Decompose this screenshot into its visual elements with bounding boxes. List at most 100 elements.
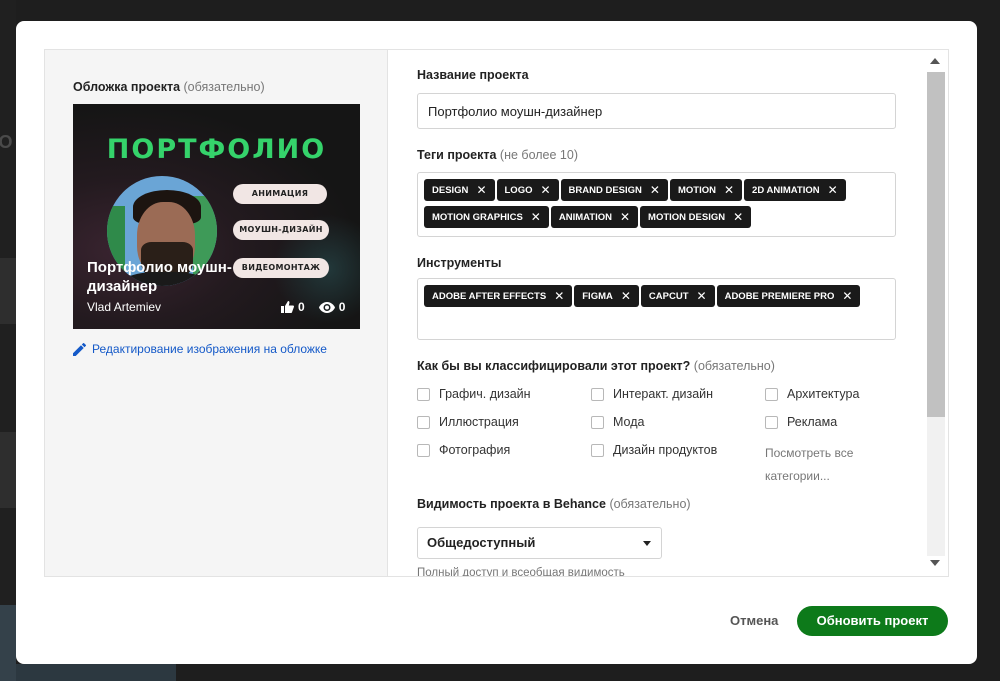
cover-image[interactable]: ПОРТФОЛИО АНИМАЦИЯ МОУШН-ДИЗАЙН ВИДЕОМОН… [73,104,360,329]
category-checkbox[interactable]: Фотография [417,443,510,457]
edit-project-modal: Обложка проекта (обязательно) ПОРТФОЛИО … [16,21,977,664]
cover-label: Обложка проекта (обязательно) [73,80,265,94]
category-checkbox[interactable]: Мода [591,415,644,429]
category-checkbox[interactable]: Архитектура [765,387,859,401]
cover-stats: 0 0 [281,300,345,314]
scroll-up-arrow-icon[interactable] [930,58,940,64]
tool-label: ADOBE PREMIERE PRO [724,290,835,302]
remove-tag-icon[interactable]: ✕ [650,183,660,197]
remove-tool-icon[interactable]: ✕ [554,289,564,303]
tag-chip: MOTION DESIGN ✕ [640,206,752,228]
cover-project-title: Портфолио моушн-дизайнер [87,259,232,295]
category-checkbox[interactable]: Реклама [765,415,837,429]
checkbox[interactable] [417,443,430,457]
checkbox[interactable] [591,387,604,401]
category-label: Архитектура [787,387,860,401]
title-label: Название проекта [417,68,529,82]
remove-tag-icon[interactable]: ✕ [828,183,838,197]
checkbox[interactable] [417,387,430,401]
remove-tag-icon[interactable]: ✕ [724,183,734,197]
cover-pill-animation: АНИМАЦИЯ [233,184,327,204]
tag-label: MOTION DESIGN [648,211,726,223]
category-label: Реклама [787,415,838,429]
category-label: Дизайн продуктов [613,443,718,457]
remove-tool-icon[interactable]: ✕ [842,289,852,303]
scroll-down-arrow-icon[interactable] [930,560,940,566]
remove-tag-icon[interactable]: ✕ [733,210,743,224]
cover-pill-video-editing: ВИДЕОМОНТАЖ [233,258,329,278]
backdrop-block [0,258,16,324]
edit-cover-link[interactable]: Редактирование изображения на обложке [73,342,327,356]
category-checkbox[interactable]: Иллюстрация [417,415,519,429]
category-checkbox[interactable]: Графич. дизайн [417,387,531,401]
visibility-label: Видимость проекта в Behance (обязательно… [417,497,691,511]
category-label: Мода [613,415,645,429]
checkbox[interactable] [417,415,430,429]
cover-label-note: (обязательно) [183,80,265,94]
tools-label-text: Инструменты [417,256,502,270]
remove-tool-icon[interactable]: ✕ [697,289,707,303]
views-count: 0 [338,300,346,314]
tool-chip: FIGMA ✕ [574,285,639,307]
classify-label-text: Как бы вы классифицировали этот проект? [417,359,691,373]
edit-cover-link-text: Редактирование изображения на обложке [92,342,327,356]
tag-label: LOGO [504,184,533,196]
tools-label: Инструменты [417,256,501,270]
tool-label: CAPCUT [648,290,689,302]
remove-tag-icon[interactable]: ✕ [476,183,486,197]
cover-author: Vlad Artemiev [87,300,162,314]
tags-label-text: Теги проекта [417,148,497,162]
page-backdrop [0,0,16,681]
tool-chip: ADOBE PREMIERE PRO ✕ [716,285,861,307]
form-scrollbar[interactable] [920,50,948,576]
update-project-button[interactable]: Обновить проект [797,606,948,636]
checkbox[interactable] [765,387,778,401]
visibility-select[interactable]: Общедоступный [417,527,662,559]
checkbox[interactable] [765,415,778,429]
project-form: Название проекта Теги проекта (не более … [389,50,920,576]
tool-label: ADOBE AFTER EFFECTS [432,290,547,302]
likes-count: 0 [298,300,305,314]
tags-input[interactable]: DESIGN ✕ LOGO ✕ BRAND DESIGN ✕ MOTION ✕ 2D ANIMA… [417,172,896,237]
tag-chip: MOTION GRAPHICS ✕ [424,206,549,228]
category-checkbox[interactable]: Дизайн продуктов [591,443,717,457]
classify-label-note: (обязательно) [693,359,775,373]
tag-chip: LOGO ✕ [496,179,559,201]
tag-chip: ANIMATION ✕ [550,206,639,228]
tags-label: Теги проекта (не более 10) [417,148,578,162]
cover-pill-motion-design: МОУШН-ДИЗАЙН [233,220,329,240]
backdrop-block [0,605,16,681]
backdrop-block [0,432,16,508]
visibility-label-note: (обязательно) [609,497,691,511]
remove-tag-icon[interactable]: ✕ [531,210,541,224]
tag-chip: BRAND DESIGN ✕ [560,179,668,201]
scrollbar-thumb[interactable] [927,72,945,417]
tag-label: MOTION [677,184,716,196]
eye-icon [318,301,335,313]
tool-chip: ADOBE AFTER EFFECTS ✕ [424,285,573,307]
category-label: Графич. дизайн [439,387,531,401]
remove-tag-icon[interactable]: ✕ [620,210,630,224]
cancel-button[interactable]: Отмена [718,606,790,636]
project-title-input[interactable] [417,93,896,129]
category-checkbox[interactable]: Интеракт. дизайн [591,387,713,401]
modal-panel: Обложка проекта (обязательно) ПОРТФОЛИО … [44,49,949,577]
cover-label-text: Обложка проекта [73,80,181,94]
tag-label: ANIMATION [558,211,612,223]
tool-chip: CAPCUT ✕ [640,285,715,307]
remove-tool-icon[interactable]: ✕ [621,289,631,303]
thumbs-up-icon [281,301,294,313]
title-label-text: Название проекта [417,68,529,82]
tools-input[interactable]: ADOBE AFTER EFFECTS ✕ FIGMA ✕ CAPCUT ✕ ADOBE P… [417,278,896,340]
category-label: Фотография [439,443,511,457]
remove-tag-icon[interactable]: ✕ [540,183,550,197]
tag-label: BRAND DESIGN [568,184,642,196]
see-all-categories-link[interactable]: Посмотреть все категории... [765,442,885,488]
tag-chip: MOTION ✕ [669,179,743,201]
tags-label-note: (не более 10) [499,148,578,162]
checkbox[interactable] [591,443,604,457]
visibility-label-text: Видимость проекта в Behance [417,497,606,511]
cover-headline: ПОРТФОЛИО [106,134,327,165]
checkbox[interactable] [591,415,604,429]
backdrop-block [16,664,176,681]
